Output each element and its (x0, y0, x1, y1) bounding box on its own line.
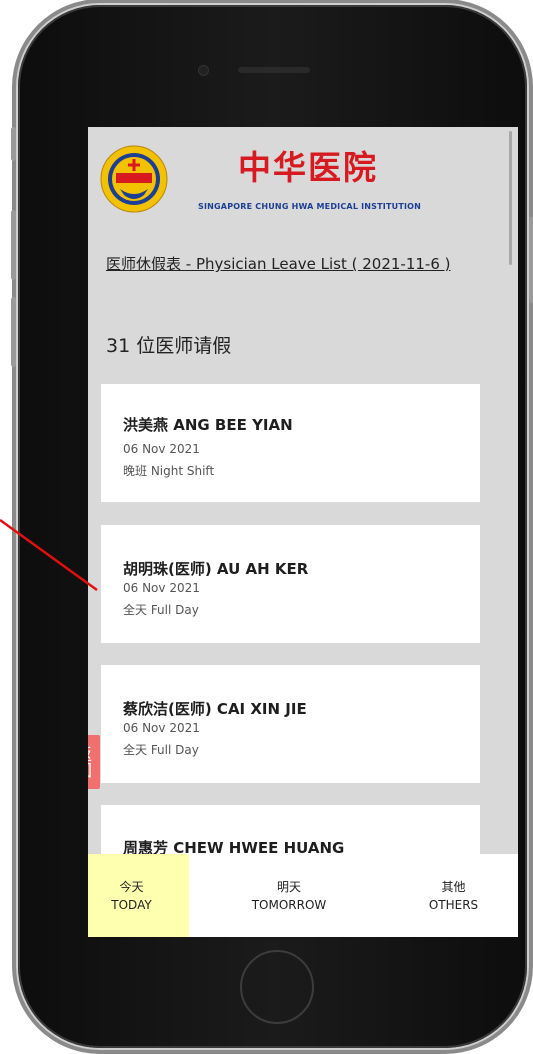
page-title[interactable]: 医师休假表 - Physician Leave List ( 2021-11-6… (106, 251, 461, 277)
tab-others-en: OTHERS (428, 897, 479, 912)
scrollbar[interactable] (509, 131, 512, 265)
brand-name-cn: 中华医院 (238, 148, 378, 187)
front-camera-icon (198, 65, 209, 76)
leave-count: 31 位医师请假 (106, 335, 232, 357)
bottom-nav: 今天 TODAY 明天 TOMORROW 其他 OTHERS (88, 854, 518, 937)
tab-tomorrow-en: TOMORROW (251, 897, 327, 912)
speaker-grille (238, 67, 310, 73)
physician-name: 蔡欣洁(医师) CAI XIN JIE (123, 700, 307, 718)
physician-name: 胡明珠(医师) AU AH KER (123, 560, 309, 578)
tab-tomorrow-cn: 明天 (276, 879, 301, 894)
home-button[interactable] (240, 950, 314, 1024)
tab-tomorrow[interactable]: 明天 TOMORROW (189, 854, 389, 937)
chung-hwa-logo-icon (100, 145, 168, 213)
tab-today-en: TODAY (111, 897, 152, 912)
physician-name: 洪美燕 ANG BEE YIAN (123, 416, 293, 434)
tab-today[interactable]: 今天 TODAY (88, 854, 189, 937)
leave-date: 06 Nov 2021 (123, 442, 200, 456)
tab-others-cn: 其他 (441, 879, 466, 894)
app-screen: 中华医院 SINGAPORE CHUNG HWA MEDICAL INSTITU… (88, 127, 518, 937)
physician-card[interactable]: 胡明珠(医师) AU AH KER 06 Nov 2021 全天 Full Da… (101, 525, 480, 643)
tab-others[interactable]: 其他 OTHERS (389, 854, 518, 937)
leave-shift: 晚班 Night Shift (123, 464, 215, 478)
power-button (529, 217, 533, 303)
back-button[interactable]: 返回 (88, 735, 100, 789)
brand-name-en: SINGAPORE CHUNG HWA MEDICAL INSTITUTION (198, 202, 422, 211)
leave-date: 06 Nov 2021 (123, 721, 200, 735)
leave-shift: 全天 Full Day (123, 603, 199, 617)
volume-up-button (11, 210, 16, 280)
physician-card[interactable]: 洪美燕 ANG BEE YIAN 06 Nov 2021 晚班 Night Sh… (101, 384, 480, 502)
volume-down-button (11, 297, 16, 367)
physician-card[interactable]: 蔡欣洁(医师) CAI XIN JIE 06 Nov 2021 全天 Full … (101, 665, 480, 783)
phone-frame: 中华医院 SINGAPORE CHUNG HWA MEDICAL INSTITU… (11, 5, 533, 1048)
mute-switch (11, 127, 16, 161)
tab-today-cn: 今天 (119, 879, 144, 894)
leave-date: 06 Nov 2021 (123, 581, 200, 595)
leave-shift: 全天 Full Day (123, 743, 199, 757)
